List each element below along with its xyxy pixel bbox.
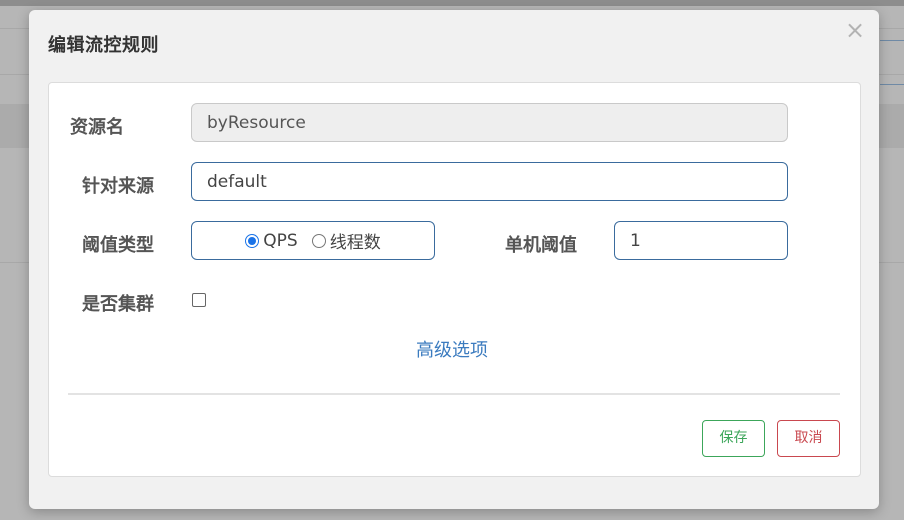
threshold-type-label: 阈值类型 xyxy=(82,235,154,256)
backdrop-accent-line xyxy=(880,40,904,41)
single-threshold-label: 单机阈值 xyxy=(505,235,577,256)
backdrop-accent-line xyxy=(880,84,904,85)
radio-label-qps: QPS xyxy=(263,230,298,251)
resource-label: 资源名 xyxy=(70,117,124,138)
form-panel: 资源名 针对来源 阈值类型 QPS 线程数 单机阈值 是否集群 高级选项 保存 xyxy=(48,82,861,477)
limit-app-label: 针对来源 xyxy=(82,176,154,197)
edit-flow-rule-dialog: 编辑流控规则 × 资源名 针对来源 阈值类型 QPS 线程数 单机阈值 是否集群… xyxy=(29,10,879,509)
dialog-title: 编辑流控规则 xyxy=(48,35,159,56)
radio-unchecked-icon[interactable] xyxy=(311,233,326,248)
radio-checked-icon[interactable] xyxy=(245,233,260,248)
cluster-checkbox[interactable] xyxy=(192,293,206,307)
cancel-button[interactable]: 取消 xyxy=(777,420,840,457)
advanced-options-link[interactable]: 高级选项 xyxy=(416,336,488,362)
resource-name-input[interactable] xyxy=(191,103,788,142)
radio-option-thread-count[interactable]: 线程数 xyxy=(311,228,381,253)
backdrop-top-strip xyxy=(0,0,904,6)
save-button[interactable]: 保存 xyxy=(702,420,765,457)
radio-label-thread-count: 线程数 xyxy=(329,233,381,253)
footer-divider xyxy=(68,393,840,395)
single-threshold-input[interactable] xyxy=(614,221,788,260)
threshold-type-radio-group: QPS 线程数 xyxy=(191,221,435,260)
close-icon[interactable]: × xyxy=(845,18,865,42)
cluster-label: 是否集群 xyxy=(82,294,154,315)
radio-option-qps[interactable]: QPS xyxy=(245,230,298,251)
limit-app-input[interactable] xyxy=(191,162,788,201)
